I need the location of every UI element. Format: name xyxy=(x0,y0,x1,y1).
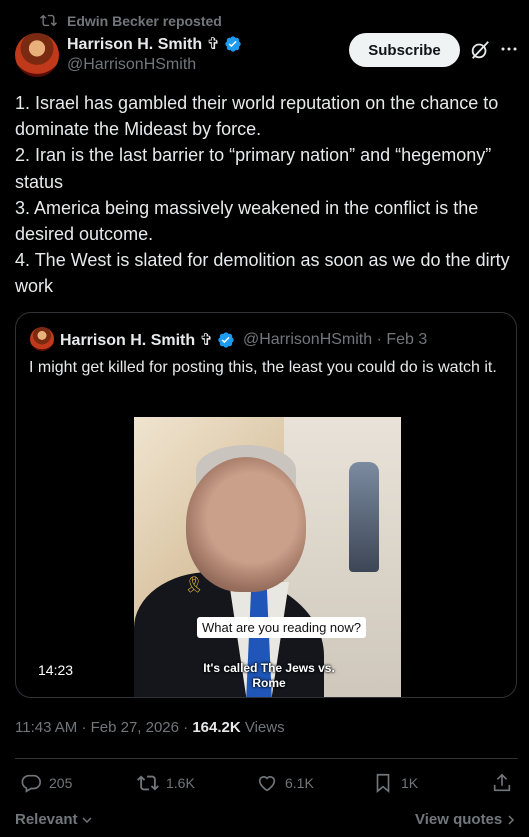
repost-text: Edwin Becker reposted xyxy=(67,12,222,29)
action-bar: 205 1.6K 6.1K 1K xyxy=(15,772,518,798)
video-caption-question: What are you reading now? xyxy=(197,617,366,638)
avatar[interactable] xyxy=(15,33,59,77)
sort-label: Relevant xyxy=(15,811,78,828)
reply-count: 205 xyxy=(49,775,73,791)
video-subject-head xyxy=(186,457,306,592)
repost-count: 1.6K xyxy=(166,775,195,791)
repost-icon xyxy=(137,775,159,791)
video-duration: 14:23 xyxy=(29,659,83,681)
ribbon-pin-icon: 🎗 xyxy=(184,577,205,594)
tweet-meta: 11:43 AM · Feb 27, 2026 · 164.2K Views xyxy=(15,719,285,736)
divider xyxy=(15,758,518,759)
repost-indicator[interactable]: Edwin Becker reposted xyxy=(40,12,222,29)
more-icon[interactable] xyxy=(500,40,518,58)
reply-icon xyxy=(21,774,41,793)
view-quotes-link[interactable]: View quotes xyxy=(415,811,517,828)
view-quotes-label: View quotes xyxy=(415,811,503,828)
quote-text: I might get killed for posting this, the… xyxy=(29,359,497,376)
quote-avatar[interactable] xyxy=(30,327,54,351)
verified-badge-icon xyxy=(225,36,241,52)
repost-icon xyxy=(40,14,57,27)
grok-icon[interactable] xyxy=(469,39,491,61)
chevron-down-icon xyxy=(82,816,92,823)
tweet-timestamp[interactable]: 11:43 AM · Feb 27, 2026 · xyxy=(15,719,192,736)
bookmark-button[interactable]: 1K xyxy=(372,772,418,794)
quote-handle-date: @HarrisonHSmith · Feb 3 xyxy=(242,331,428,348)
share-button[interactable] xyxy=(491,772,513,794)
video-background-person xyxy=(349,462,379,572)
heart-icon xyxy=(258,776,276,792)
reply-button[interactable]: 205 xyxy=(20,772,72,794)
like-count: 6.1K xyxy=(285,775,314,791)
video-caption-answer: It's called The Jews vs. Rome xyxy=(203,661,335,690)
quote-author-name: Harrison H. Smith ✞ xyxy=(60,332,213,349)
author-name-text: Harrison H. Smith ✞ xyxy=(67,36,220,53)
bookmark-icon xyxy=(376,773,390,794)
video-player[interactable]: 🎗 What are you reading now? It's called … xyxy=(134,417,401,697)
chevron-right-icon xyxy=(508,814,515,825)
repost-button[interactable]: 1.6K xyxy=(137,772,195,794)
views-label: Views xyxy=(240,719,285,736)
quote-author[interactable]: Harrison H. Smith ✞ @HarrisonHSmith · Fe… xyxy=(60,330,427,350)
like-button[interactable]: 6.1K xyxy=(256,772,314,794)
verified-badge-icon xyxy=(218,332,234,348)
bookmark-count: 1K xyxy=(401,775,419,791)
quoted-tweet[interactable]: Harrison H. Smith ✞ @HarrisonHSmith · Fe… xyxy=(15,312,517,698)
share-icon xyxy=(493,773,511,792)
subscribe-button[interactable]: Subscribe xyxy=(349,33,460,67)
author-name[interactable]: Harrison H. Smith ✞ xyxy=(67,34,242,54)
sort-replies-dropdown[interactable]: Relevant xyxy=(15,811,93,828)
author-handle[interactable]: @HarrisonHSmith xyxy=(67,56,196,74)
tweet-text: 1. Israel has gambled their world reputa… xyxy=(15,93,510,297)
views-count: 164.2K xyxy=(192,719,241,736)
